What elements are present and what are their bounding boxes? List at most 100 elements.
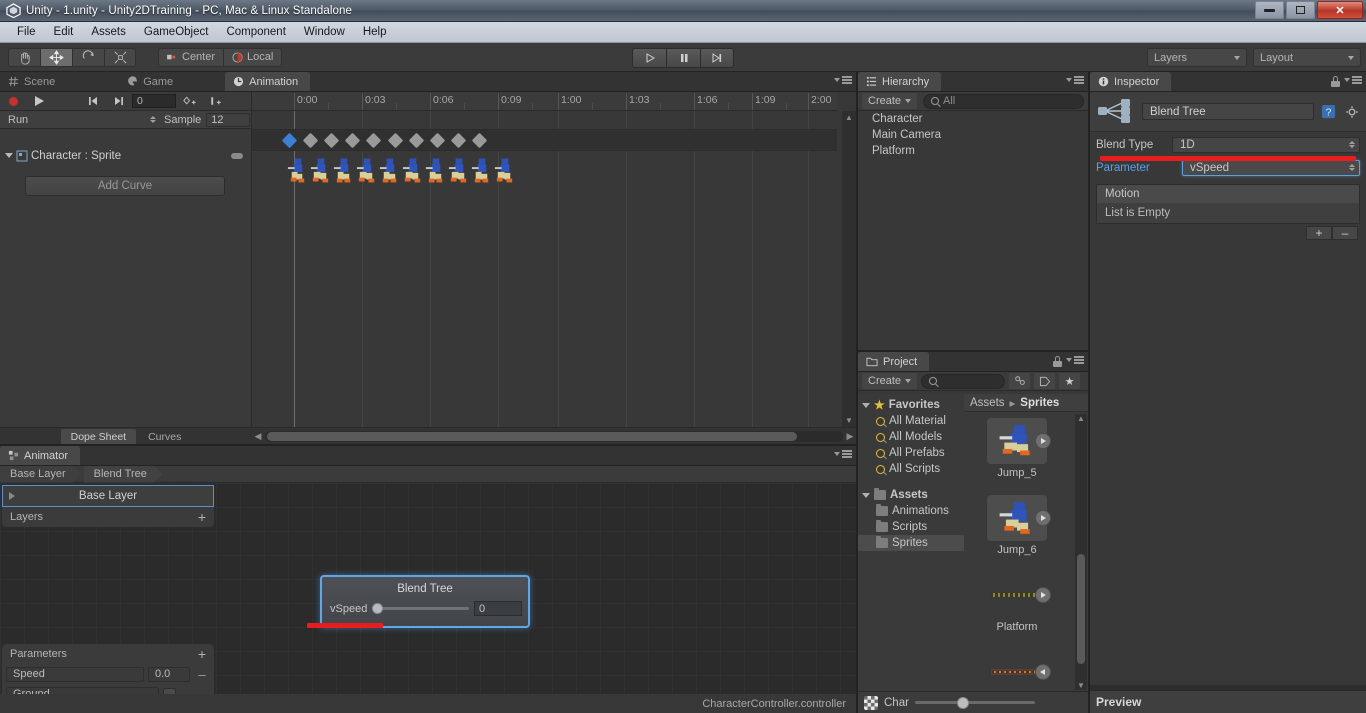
project-folder-sprites[interactable]: Sprites (858, 535, 964, 551)
sample-field[interactable]: 12 (206, 112, 251, 127)
space-mode-button[interactable]: Local (223, 47, 283, 67)
dopesheet-toggle-icon[interactable] (231, 152, 243, 159)
play-preview-icon[interactable] (1035, 510, 1051, 526)
hierarchy-item-platform[interactable]: Platform (858, 143, 1088, 159)
project-vertical-scrollbar[interactable]: ▲ ▼ (1075, 414, 1087, 690)
hand-tool-icon[interactable] (8, 47, 40, 67)
animation-dopesheet[interactable] (252, 111, 837, 427)
keyframe-diamond[interactable] (365, 132, 382, 149)
animation-vertical-scrollbar[interactable]: ▲ ▼ (842, 111, 856, 427)
menu-window[interactable]: Window (295, 24, 354, 40)
project-create-button[interactable]: Create (862, 373, 918, 389)
animation-timeline-ruler[interactable]: 0:00 0:03 0:06 0:09 1:00 1:03 1:06 1:09 … (252, 92, 837, 111)
hierarchy-item-character[interactable]: Character (858, 111, 1088, 127)
breadcrumb-assets[interactable]: Assets (970, 397, 1005, 409)
scrollbar-thumb[interactable] (267, 432, 797, 441)
divider-horizontal-animation[interactable] (0, 444, 856, 446)
tab-dope-sheet[interactable]: Dope Sheet (60, 428, 137, 445)
next-keyframe-button[interactable] (106, 92, 132, 111)
menu-assets[interactable]: Assets (82, 24, 135, 40)
help-icon[interactable]: ? (1320, 103, 1337, 120)
preview-play-button[interactable] (26, 92, 52, 111)
slider-knob[interactable] (372, 603, 384, 614)
blend-param-slider[interactable] (372, 603, 469, 615)
filter-by-label-icon[interactable] (1034, 373, 1056, 389)
lock-icon[interactable] (1053, 356, 1062, 367)
favorite-star-icon[interactable]: ★ (1059, 373, 1081, 389)
project-favorite-all-prefabs[interactable]: All Prefabs (858, 445, 964, 461)
parameter-dropdown[interactable]: vSpeed (1182, 159, 1360, 176)
lock-icon[interactable] (1331, 76, 1340, 87)
keyframe-diamond[interactable] (387, 132, 404, 149)
layers-dropdown[interactable]: Layers (1147, 48, 1247, 67)
tab-scene[interactable]: Scene (0, 72, 67, 91)
move-tool-icon[interactable] (40, 47, 72, 67)
divider-vertical-left[interactable] (856, 72, 858, 713)
project-favorite-all-scripts[interactable]: All Scripts (858, 461, 964, 477)
divider-vertical-right[interactable] (1088, 72, 1090, 713)
hierarchy-search-input[interactable]: All (923, 93, 1084, 109)
hierarchy-options-icon[interactable] (1066, 76, 1084, 84)
tab-inspector[interactable]: Inspector (1090, 72, 1172, 91)
project-tree[interactable]: ★ Favorites All Material All Models All … (858, 394, 964, 692)
menu-file[interactable]: File (8, 24, 45, 40)
project-asset-grid[interactable]: Assets ▸ Sprites Jump_5 Jump_6 Platform … (964, 394, 1088, 710)
divider-horizontal-hierarchy[interactable] (858, 350, 1088, 352)
blend-param-value[interactable]: 0 (474, 601, 522, 616)
keyframe-diamond[interactable] (408, 132, 425, 149)
close-button[interactable]: ✕ (1317, 1, 1363, 19)
project-assets-header[interactable]: Assets (858, 487, 964, 503)
project-search-input[interactable] (921, 373, 1006, 389)
scroll-right-icon[interactable]: ▶ (844, 430, 856, 444)
keyframe-diamond[interactable] (429, 132, 446, 149)
remove-parameter-button[interactable]: – (194, 667, 210, 682)
add-layer-button[interactable]: + (198, 509, 206, 525)
play-preview-icon[interactable] (1035, 433, 1051, 449)
play-preview-icon[interactable] (1035, 587, 1051, 603)
current-frame-field[interactable]: 0 (132, 94, 176, 108)
breadcrumb-base-layer[interactable]: Base Layer (0, 466, 82, 483)
asset-item[interactable]: Jump_6 (967, 495, 1067, 556)
scroll-up-icon[interactable]: ▲ (842, 111, 856, 124)
keyframe-diamond[interactable] (450, 132, 467, 149)
rotate-tool-icon[interactable] (72, 47, 104, 67)
parameter-name-speed[interactable]: Speed (6, 666, 144, 682)
asset-item[interactable]: Jump_5 (967, 418, 1067, 479)
tab-animation[interactable]: Animation (225, 72, 311, 91)
play-button[interactable] (632, 48, 666, 68)
keyframe-diamond[interactable] (302, 132, 319, 149)
animation-horizontal-scrollbar[interactable]: ◀ ▶ (252, 427, 856, 445)
menu-edit[interactable]: Edit (45, 24, 83, 40)
keyframe-diamond[interactable] (471, 132, 488, 149)
project-folder-animations[interactable]: Animations (858, 503, 964, 519)
thumbnail-zoom-slider[interactable] (914, 696, 1035, 709)
project-favorites-header[interactable]: ★ Favorites (858, 397, 964, 413)
minimize-button[interactable] (1255, 1, 1284, 19)
layout-dropdown[interactable]: Layout (1253, 48, 1361, 67)
breadcrumb-blend-tree[interactable]: Blend Tree (84, 466, 163, 483)
inspector-options-icon[interactable] (1344, 76, 1362, 84)
layer-base-layer[interactable]: Base Layer (2, 485, 214, 507)
keyframe-diamond[interactable] (323, 132, 340, 149)
add-parameter-button[interactable]: + (198, 646, 206, 662)
parameter-value-speed[interactable]: 0.0 (148, 666, 190, 682)
gear-icon[interactable] (1343, 103, 1360, 120)
project-favorite-all-material[interactable]: All Material (858, 413, 964, 429)
asset-name-field[interactable]: Blend Tree (1142, 103, 1314, 120)
keyframe-lane[interactable] (252, 129, 837, 151)
hierarchy-tree[interactable]: Character Main Camera Platform (858, 111, 1088, 350)
add-event-button[interactable] (202, 92, 228, 111)
blend-type-dropdown[interactable]: 1D (1172, 136, 1360, 153)
hierarchy-create-button[interactable]: Create (862, 93, 918, 109)
pivot-mode-button[interactable]: Center (158, 47, 224, 67)
project-options-icon[interactable] (1066, 356, 1084, 364)
tab-hierarchy[interactable]: Hierarchy (858, 72, 942, 91)
scroll-down-icon[interactable]: ▼ (842, 414, 856, 427)
menu-component[interactable]: Component (217, 24, 294, 40)
keyframe-diamond[interactable] (281, 132, 298, 149)
animation-options-icon[interactable] (834, 76, 852, 84)
tab-curves[interactable]: Curves (138, 429, 191, 445)
tab-game[interactable]: Game (119, 72, 185, 91)
play-preview-icon[interactable] (1035, 664, 1051, 680)
clip-selector[interactable]: Run (2, 111, 160, 128)
